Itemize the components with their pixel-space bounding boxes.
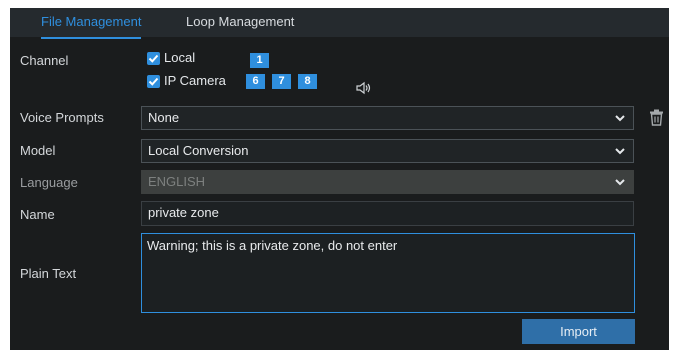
voice-prompts-select[interactable]: None: [141, 106, 634, 130]
language-value: ENGLISH: [148, 174, 206, 189]
chevron-down-icon: [615, 115, 625, 122]
language-label: Language: [20, 175, 78, 190]
voice-prompts-label: Voice Prompts: [20, 110, 104, 125]
speaker-icon[interactable]: [356, 81, 372, 95]
chevron-down-icon: [615, 179, 625, 186]
ip-camera-channel-7[interactable]: 7: [272, 74, 291, 89]
tab-bar: File Management Loop Management: [10, 8, 669, 39]
chevron-down-icon: [615, 148, 625, 155]
import-button[interactable]: Import: [522, 319, 635, 344]
model-label: Model: [20, 143, 56, 158]
language-select: ENGLISH: [141, 170, 634, 194]
ip-camera-channel-8[interactable]: 8: [298, 74, 317, 89]
file-management-panel: File Management Loop Management Channel …: [10, 8, 669, 350]
plain-text-label: Plain Text: [20, 266, 77, 281]
checkmark-icon: [148, 77, 159, 86]
tab-file-management[interactable]: File Management: [41, 8, 142, 39]
name-input[interactable]: private zone: [141, 201, 634, 226]
ip-camera-label: IP Camera: [164, 73, 226, 88]
local-checkbox[interactable]: [147, 52, 160, 65]
model-select[interactable]: Local Conversion: [141, 139, 634, 163]
channel-label: Channel: [20, 53, 69, 68]
ip-camera-channel-6[interactable]: 6: [246, 74, 265, 89]
local-channel-1[interactable]: 1: [250, 53, 269, 68]
plain-text-area[interactable]: Warning; this is a private zone, do not …: [141, 233, 635, 313]
voice-prompts-value: None: [148, 110, 180, 125]
tab-loop-management[interactable]: Loop Management: [186, 8, 294, 37]
name-value: private zone: [148, 205, 219, 220]
model-value: Local Conversion: [148, 143, 249, 158]
checkmark-icon: [148, 54, 159, 63]
local-label: Local: [164, 50, 196, 65]
trash-icon[interactable]: [649, 109, 664, 126]
name-label: Name: [20, 207, 55, 222]
plain-text-value: Warning; this is a private zone, do not …: [147, 238, 398, 253]
ip-camera-checkbox[interactable]: [147, 75, 160, 88]
